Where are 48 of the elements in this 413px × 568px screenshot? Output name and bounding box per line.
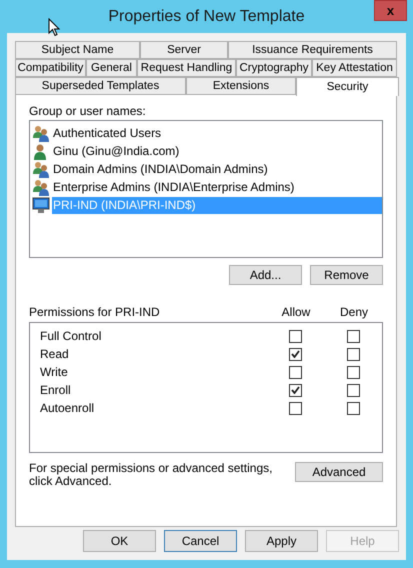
- tab[interactable]: Cryptography: [236, 59, 312, 77]
- tab[interactable]: Extensions: [186, 77, 296, 95]
- checkbox[interactable]: [288, 402, 302, 414]
- user-item[interactable]: Domain Admins (INDIA\Domain Admins): [52, 160, 268, 178]
- checkbox[interactable]: [346, 348, 360, 360]
- user-item[interactable]: Ginu (Ginu@India.com): [52, 142, 180, 160]
- dialog-button[interactable]: Apply: [245, 530, 318, 552]
- tab[interactable]: Request Handling: [137, 59, 236, 77]
- tab[interactable]: General: [86, 59, 137, 77]
- tab[interactable]: Subject Name: [15, 41, 140, 59]
- checkbox[interactable]: [346, 384, 360, 396]
- permission-name: Write: [39, 365, 69, 379]
- mouse-pointer-icon: [48, 18, 60, 37]
- checkbox[interactable]: [288, 384, 302, 396]
- checkbox[interactable]: [288, 348, 302, 360]
- permission-name: Full Control: [39, 329, 102, 343]
- column-header: Deny: [338, 305, 369, 319]
- dialog-button[interactable]: Cancel: [164, 530, 237, 552]
- permission-name: Autoenroll: [39, 401, 96, 415]
- add-button[interactable]: Add...: [229, 265, 302, 285]
- permission-name: Enroll: [39, 383, 72, 397]
- advanced-note: For special permissions or advanced settings, click Advanced.: [29, 462, 274, 488]
- user-item[interactable]: Authenticated Users: [52, 124, 162, 142]
- checkbox[interactable]: [346, 366, 360, 378]
- tab[interactable]: Server: [140, 41, 228, 59]
- users-icon: [32, 124, 50, 142]
- user-item[interactable]: Enterprise Admins (INDIA\Enterprise Admins): [52, 178, 294, 196]
- group-label: Group or user names:: [29, 104, 147, 118]
- tab[interactable]: Compatibility: [15, 59, 86, 77]
- tab[interactable]: Superseded Templates: [15, 77, 186, 95]
- permission-name: Read: [39, 347, 70, 361]
- remove-button[interactable]: Remove: [310, 265, 383, 285]
- close-button[interactable]: x: [374, 0, 407, 21]
- computer-icon: [32, 196, 50, 214]
- users-icon: [32, 160, 50, 178]
- checkbox[interactable]: [346, 402, 360, 414]
- tab[interactable]: Issuance Requirements: [228, 41, 397, 59]
- checkbox[interactable]: [288, 330, 302, 342]
- dialog-button[interactable]: OK: [83, 530, 156, 552]
- window-title: Properties of New Template: [108, 8, 305, 26]
- advanced-button[interactable]: Advanced: [295, 462, 383, 482]
- permissions-label: Permissions for PRI-IND: [29, 305, 161, 319]
- tab[interactable]: Key Attestation: [312, 59, 397, 77]
- checkbox[interactable]: [346, 330, 360, 342]
- tab[interactable]: Security: [296, 77, 399, 96]
- column-header: Allow: [280, 305, 312, 319]
- checkbox[interactable]: [288, 366, 302, 378]
- users-icon: [32, 178, 50, 196]
